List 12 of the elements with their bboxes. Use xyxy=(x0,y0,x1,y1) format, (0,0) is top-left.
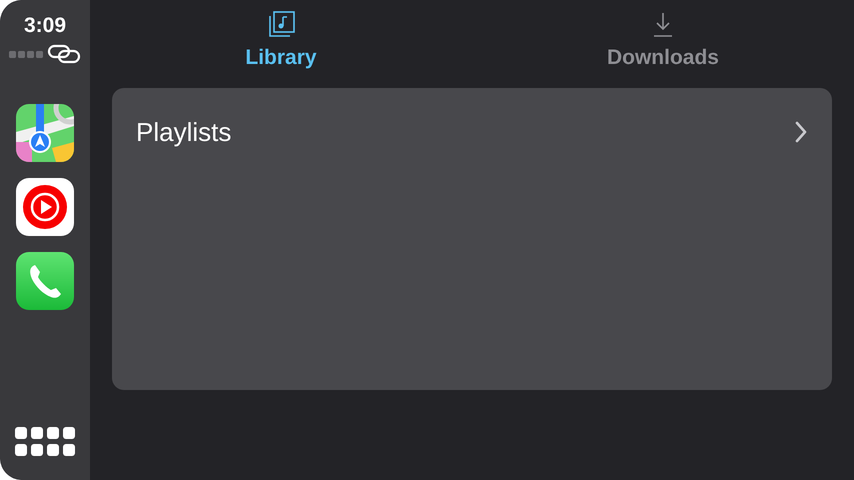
chevron-icon xyxy=(794,120,808,144)
maps-app-icon[interactable] xyxy=(16,104,74,162)
tab[interactable]: Library xyxy=(90,0,472,88)
signal-icon xyxy=(9,50,43,58)
tab[interactable]: Downloads xyxy=(472,0,854,88)
app-grid-icon[interactable] xyxy=(15,427,75,458)
link-icon xyxy=(47,44,81,64)
music-app-icon[interactable] xyxy=(16,178,74,236)
clock-time: 3:09 xyxy=(24,14,66,38)
phone-app-icon[interactable] xyxy=(16,252,74,310)
music-library-icon xyxy=(266,10,296,40)
list-item[interactable]: Playlists xyxy=(112,88,832,176)
